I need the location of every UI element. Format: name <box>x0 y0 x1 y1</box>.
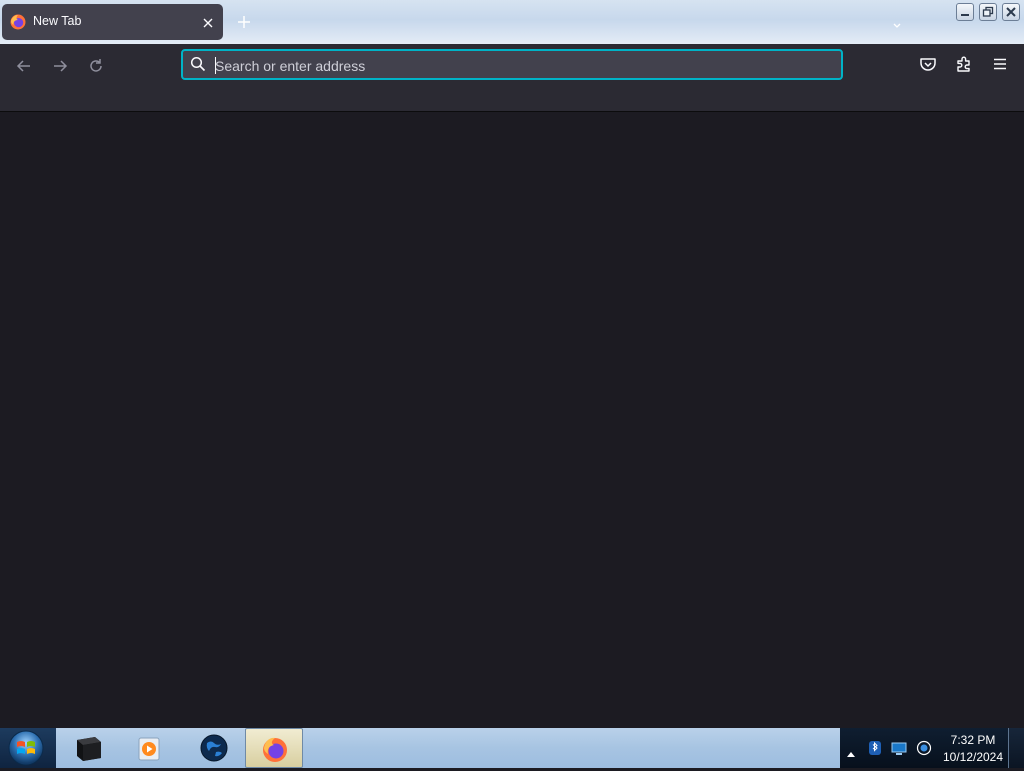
network-icon[interactable] <box>891 740 907 756</box>
tab-new-tab[interactable]: New Tab <box>2 4 223 40</box>
taskbar-terminal-button[interactable] <box>60 728 118 768</box>
terminal-icon <box>77 737 101 761</box>
minimize-button[interactable] <box>956 3 974 21</box>
firefox-icon <box>10 14 26 30</box>
show-hidden-icons-arrow[interactable] <box>846 743 856 757</box>
windows-start-icon[interactable] <box>6 729 46 767</box>
clock-time[interactable]: 7:32 PM <box>933 733 1013 747</box>
taskbar-media-player-button[interactable] <box>120 728 178 768</box>
taskbar-firefox-button[interactable] <box>245 728 303 768</box>
sync-icon[interactable] <box>916 740 932 756</box>
media-player-icon <box>138 737 160 761</box>
restore-button[interactable] <box>979 3 997 21</box>
system-tray: 7:32 PM 10/12/2024 <box>840 728 1008 768</box>
reload-icon[interactable] <box>86 56 106 76</box>
restore-icon <box>982 6 994 17</box>
firefox-icon <box>263 737 287 762</box>
hamburger-menu-icon[interactable] <box>990 54 1010 74</box>
forward-arrow-icon[interactable] <box>50 56 70 76</box>
url-bar[interactable] <box>181 49 843 80</box>
tab-title: New Tab <box>33 14 82 28</box>
back-arrow-icon[interactable] <box>14 56 34 76</box>
bluetooth-icon[interactable] <box>867 740 883 756</box>
taskbar-globe-button[interactable] <box>185 728 243 768</box>
title-bar: New Tab <box>0 0 1024 44</box>
new-tab-page-content <box>0 112 1024 728</box>
clock-date[interactable]: 10/12/2024 <box>933 750 1013 764</box>
minimize-icon <box>961 14 969 16</box>
list-all-tabs-chevron-icon[interactable] <box>891 16 903 28</box>
address-input[interactable] <box>215 55 815 77</box>
search-icon <box>190 56 206 72</box>
close-icon <box>1006 7 1016 17</box>
close-tab-icon[interactable] <box>201 15 215 29</box>
globe-icon <box>200 734 228 762</box>
navigation-toolbar <box>0 44 1024 112</box>
start-area <box>0 728 56 768</box>
pocket-icon[interactable] <box>918 54 938 74</box>
show-desktop-button[interactable] <box>1008 728 1024 768</box>
close-window-button[interactable] <box>1002 3 1020 21</box>
new-tab-plus-icon[interactable] <box>235 13 253 31</box>
taskbar: 7:32 PM 10/12/2024 <box>0 728 1024 768</box>
extensions-icon[interactable] <box>954 54 974 74</box>
